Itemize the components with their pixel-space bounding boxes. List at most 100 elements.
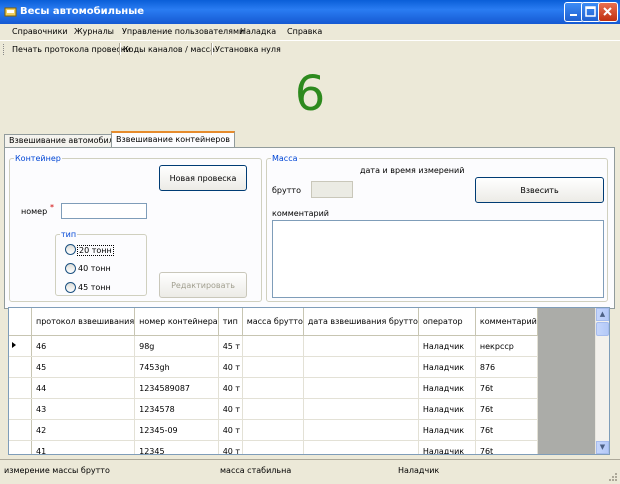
tab-panel: Контейнер Новая провеска номер * тип 20 … [4, 147, 615, 309]
row-header[interactable] [9, 419, 32, 441]
cell-gross-mass[interactable] [242, 335, 304, 357]
scroll-down-icon[interactable]: ▼ [596, 441, 609, 454]
row-header[interactable] [9, 440, 32, 454]
number-label: номер [21, 207, 48, 216]
cell-gross-mass[interactable] [242, 440, 304, 454]
cell-protocol[interactable]: 44 [31, 377, 136, 399]
cell-container-number[interactable]: 1234589087 [134, 377, 219, 399]
resize-grip-icon[interactable] [607, 471, 617, 481]
cell-comment[interactable]: 76t [475, 419, 538, 441]
gross-label: брутто [272, 186, 301, 195]
zero-set-button[interactable]: Установка нуля [215, 45, 281, 54]
menu-help[interactable]: Справка [287, 27, 322, 36]
type-40-radio[interactable] [65, 263, 76, 274]
cell-operator[interactable]: Наладчик [418, 335, 476, 357]
col-gross-mass[interactable]: масса брутто [242, 308, 304, 336]
weighings-grid[interactable]: протокол взвешивания номер контейнера ти… [8, 307, 610, 455]
cell-gross-mass[interactable] [242, 398, 304, 420]
row-header[interactable] [9, 335, 32, 357]
channel-codes-button[interactable]: Коды каналов / масса [123, 45, 215, 54]
row-header[interactable] [9, 356, 32, 378]
current-row-icon [12, 342, 16, 348]
weigh-button[interactable]: Взвесить [475, 177, 604, 203]
cell-protocol[interactable]: 46 [31, 335, 136, 357]
cell-container-number[interactable]: 12345-09 [134, 419, 219, 441]
cell-comment[interactable]: 76t [475, 440, 538, 454]
mass-group-legend: Масса [272, 154, 298, 163]
menu-journals[interactable]: Журналы [74, 27, 114, 36]
cell-operator[interactable]: Наладчик [418, 356, 476, 378]
cell-comment[interactable]: некрсср [475, 335, 538, 357]
cell-protocol[interactable]: 43 [31, 398, 136, 420]
cell-gross-date[interactable] [303, 335, 419, 357]
cell-type[interactable]: 40 т [218, 440, 243, 454]
weight-display: 6 [294, 66, 326, 122]
comment-input[interactable] [272, 220, 604, 298]
print-protocol-button[interactable]: Печать протокола провески [12, 45, 131, 54]
scale-app-icon [4, 7, 17, 17]
cell-gross-date[interactable] [303, 377, 419, 399]
cell-type[interactable]: 40 т [218, 356, 243, 378]
cell-comment[interactable]: 76t [475, 377, 538, 399]
cell-container-number[interactable]: 12345 [134, 440, 219, 454]
table-row[interactable]: 44 1234589087 40 т Наладчик 76t [9, 377, 538, 399]
toolbar-grip[interactable] [3, 44, 6, 55]
datetime-label: дата и время измерений [360, 166, 465, 175]
cell-type[interactable]: 45 т [218, 335, 243, 357]
row-header[interactable] [9, 398, 32, 420]
cell-comment[interactable]: 876 [475, 356, 538, 378]
cell-container-number[interactable]: 98g [134, 335, 219, 357]
cell-container-number[interactable]: 1234578 [134, 398, 219, 420]
type-40-label[interactable]: 40 тонн [78, 264, 111, 273]
cell-gross-date[interactable] [303, 398, 419, 420]
new-weighing-button[interactable]: Новая провеска [159, 165, 247, 191]
table-row[interactable]: 41 12345 40 т Наладчик 76t [9, 440, 538, 454]
cell-operator[interactable]: Наладчик [418, 440, 476, 454]
cell-gross-date[interactable] [303, 356, 419, 378]
type-20-radio[interactable] [65, 244, 76, 255]
col-type[interactable]: тип [218, 308, 243, 336]
type-group-legend: тип [61, 230, 77, 239]
cell-gross-mass[interactable] [242, 419, 304, 441]
menu-reference[interactable]: Справочники [12, 27, 68, 36]
table-row[interactable]: 46 98g 45 т Наладчик некрсср [9, 335, 538, 357]
col-comment[interactable]: комментарий [475, 308, 538, 336]
cell-gross-date[interactable] [303, 419, 419, 441]
grid-vertical-scrollbar[interactable]: ▲ ▼ [595, 308, 609, 454]
edit-button[interactable]: Редактировать [159, 272, 247, 298]
status-user: Наладчик [398, 466, 440, 475]
type-20-label[interactable]: 20 тонн [77, 245, 114, 256]
type-45-label[interactable]: 45 тонн [78, 283, 111, 292]
cell-type[interactable]: 40 т [218, 419, 243, 441]
cell-protocol[interactable]: 41 [31, 440, 136, 454]
menu-setup[interactable]: Наладка [240, 27, 276, 36]
cell-gross-mass[interactable] [242, 377, 304, 399]
cell-type[interactable]: 40 т [218, 398, 243, 420]
col-gross-date[interactable]: дата взвешивания брутто [303, 308, 419, 336]
col-container-number[interactable]: номер контейнера [134, 308, 219, 336]
table-row[interactable]: 42 12345-09 40 т Наладчик 76t [9, 419, 538, 441]
type-45-radio[interactable] [65, 282, 76, 293]
col-protocol[interactable]: протокол взвешивания [31, 308, 136, 336]
scroll-thumb[interactable] [596, 322, 609, 336]
table-row[interactable]: 45 7453gh 40 т Наладчик 876 [9, 356, 538, 378]
menu-user-management[interactable]: Управление пользователями [122, 27, 244, 36]
cell-gross-date[interactable] [303, 440, 419, 454]
cell-operator[interactable]: Наладчик [418, 398, 476, 420]
container-number-input[interactable] [61, 203, 147, 219]
cell-protocol[interactable]: 42 [31, 419, 136, 441]
cell-operator[interactable]: Наладчик [418, 419, 476, 441]
cell-comment[interactable]: 76t [475, 398, 538, 420]
col-operator[interactable]: оператор [418, 308, 476, 336]
gross-value-field [311, 181, 353, 198]
table-row[interactable]: 43 1234578 40 т Наладчик 76t [9, 398, 538, 420]
cell-gross-mass[interactable] [242, 356, 304, 378]
cell-type[interactable]: 40 т [218, 377, 243, 399]
cell-operator[interactable]: Наладчик [418, 377, 476, 399]
cell-container-number[interactable]: 7453gh [134, 356, 219, 378]
row-header[interactable] [9, 377, 32, 399]
scroll-up-icon[interactable]: ▲ [596, 308, 609, 321]
title-bar[interactable]: Весы автомобильные [0, 0, 620, 24]
close-button[interactable] [598, 2, 618, 22]
cell-protocol[interactable]: 45 [31, 356, 136, 378]
